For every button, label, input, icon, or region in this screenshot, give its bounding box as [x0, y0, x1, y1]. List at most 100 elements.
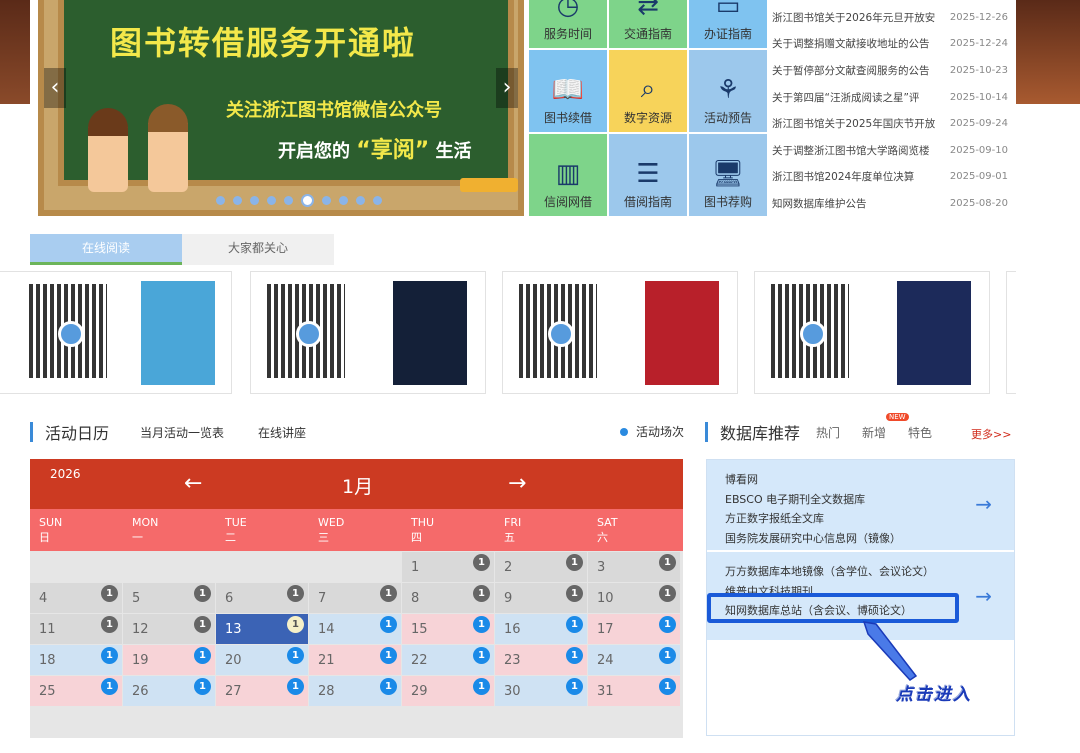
calendar-day[interactable]: 11: [402, 552, 494, 582]
book-carousel: [0, 271, 1016, 395]
news-title-link[interactable]: 关于调整浙江图书馆大学路阅览楼: [772, 143, 944, 158]
prev-month-arrow-icon[interactable]: ←: [184, 471, 202, 496]
banner-dot[interactable]: [284, 196, 293, 205]
calendar-day[interactable]: 16 1: [495, 614, 587, 644]
calendar-day[interactable]: 19 1: [123, 645, 215, 675]
calendar-day[interactable]: 12 1: [123, 614, 215, 644]
banner-dot[interactable]: [373, 196, 382, 205]
banner-dot[interactable]: [301, 194, 314, 207]
calendar-day[interactable]: 91: [495, 583, 587, 613]
banner-dot[interactable]: [339, 196, 348, 205]
calendar-day[interactable]: 11 1: [30, 614, 122, 644]
tile-search[interactable]: ⌕ 数字资源: [609, 50, 687, 132]
banner-dot[interactable]: [356, 196, 365, 205]
book-cover[interactable]: [645, 281, 719, 385]
tab-featured[interactable]: 特色: [908, 424, 932, 441]
day-number: 28: [318, 684, 335, 699]
tile-computer[interactable]: 🖥 图书荐购: [689, 134, 767, 216]
weekday-header: THU 四: [402, 509, 495, 551]
db-link-drcnet[interactable]: 国务院发展研究中心信息网（镜像）: [725, 529, 1014, 549]
news-title-link[interactable]: 关于调整捐赠文献接收地址的公告: [772, 36, 944, 51]
activity-count-badge: 1: [473, 678, 490, 695]
calendar-day[interactable]: 51: [123, 583, 215, 613]
calendar-day[interactable]: 27 1: [216, 676, 308, 706]
database-title: 数据库推荐: [720, 424, 801, 443]
online-lectures-link[interactable]: 在线讲座: [258, 424, 306, 441]
book-card[interactable]: [502, 271, 738, 394]
calendar-day[interactable]: 31 1: [588, 676, 680, 706]
weekday-en: TUE: [225, 516, 247, 529]
calendar-day[interactable]: 28 1: [309, 676, 401, 706]
calendar-day-today[interactable]: 13 1: [216, 614, 308, 644]
calendar-day[interactable]: 81: [402, 583, 494, 613]
day-number: 20: [225, 653, 242, 668]
db-link-wanfang[interactable]: 万方数据库本地镜像（含学位、会议论文）: [725, 562, 1014, 582]
arrow-right-icon[interactable]: →: [975, 584, 992, 608]
book-cover[interactable]: [897, 281, 971, 385]
calendar-day[interactable]: 21: [495, 552, 587, 582]
news-title-link[interactable]: 浙江图书馆2024年度单位决算: [772, 169, 944, 184]
tile-card[interactable]: ▭ 办证指南: [689, 0, 767, 48]
calendar-day[interactable]: 41: [30, 583, 122, 613]
monthly-activities-link[interactable]: 当月活动一览表: [140, 424, 224, 441]
news-title-link[interactable]: 浙江图书馆关于2025年国庆节开放: [772, 116, 944, 131]
promo-banner[interactable]: 图书转借服务开通啦 关注浙江图书馆微信公众号 开启您的 “享阅” 生活 ‹ ›: [38, 0, 524, 216]
news-title-link[interactable]: 浙江图书馆关于2026年元旦开放安: [772, 10, 944, 25]
tile-people[interactable]: ⚘ 活动预告: [689, 50, 767, 132]
calendar-day[interactable]: 71: [309, 583, 401, 613]
tile-library[interactable]: ▥ 信阅网借: [529, 134, 607, 216]
db-link-ebsco[interactable]: EBSCO 电子期刊全文数据库: [725, 490, 1014, 510]
calendar-day[interactable]: 14 1: [309, 614, 401, 644]
banner-next-arrow-icon[interactable]: ›: [496, 68, 518, 108]
tab-online-reading[interactable]: 在线阅读: [30, 234, 182, 265]
tile-book[interactable]: 📖 图书续借: [529, 50, 607, 132]
day-number: 29: [411, 684, 428, 699]
next-month-arrow-icon[interactable]: →: [508, 471, 526, 496]
news-title-link[interactable]: 关于第四届“汪浙成阅读之星”评: [772, 90, 944, 105]
calendar-day[interactable]: 23 1: [495, 645, 587, 675]
activity-title: 活动日历: [45, 424, 110, 443]
news-title-link[interactable]: 知网数据库维护公告: [772, 196, 944, 211]
arrow-right-icon[interactable]: →: [975, 492, 992, 516]
calendar-day[interactable]: 18 1: [30, 645, 122, 675]
calendar-day[interactable]: 10 1: [588, 583, 680, 613]
calendar-day[interactable]: 24 1: [588, 645, 680, 675]
book-cover[interactable]: [141, 281, 215, 385]
news-item: 关于暂停部分文献查阅服务的公告 2025-10-23: [766, 57, 1016, 84]
db-link-bookan[interactable]: 博看网: [725, 470, 1014, 490]
tab-popular[interactable]: 热门: [816, 424, 840, 441]
calendar-day[interactable]: 15 1: [402, 614, 494, 644]
book-cover[interactable]: [393, 281, 467, 385]
book-card[interactable]: [0, 271, 232, 394]
banner-dot[interactable]: [267, 196, 276, 205]
book-card[interactable]: [250, 271, 486, 394]
banner-dot[interactable]: [216, 196, 225, 205]
calendar-day[interactable]: 20 1: [216, 645, 308, 675]
db-link-founder[interactable]: 方正数字报纸全文库: [725, 509, 1014, 529]
calendar-day[interactable]: 31: [588, 552, 680, 582]
book-card[interactable]: [754, 271, 990, 394]
calendar-day[interactable]: 17 1: [588, 614, 680, 644]
news-title-link[interactable]: 关于暂停部分文献查阅服务的公告: [772, 63, 944, 78]
tile-clock[interactable]: ◷ 服务时间: [529, 0, 607, 48]
tab-everyone-cares[interactable]: 大家都关心: [182, 234, 334, 265]
calendar-day[interactable]: 22 1: [402, 645, 494, 675]
book-card[interactable]: [1006, 271, 1016, 394]
banner-dot[interactable]: [250, 196, 259, 205]
banner-prev-arrow-icon[interactable]: ‹: [44, 68, 66, 108]
calendar-day[interactable]: 29 1: [402, 676, 494, 706]
news-date: 2025-12-24: [949, 38, 1008, 50]
activity-count-badge: 1: [566, 678, 583, 695]
tile-traffic[interactable]: ⇄ 交通指南: [609, 0, 687, 48]
calendar-day[interactable]: 61: [216, 583, 308, 613]
more-link[interactable]: 更多>>: [971, 426, 1011, 442]
banner-dot[interactable]: [233, 196, 242, 205]
activity-count-badge: 1: [566, 585, 583, 602]
calendar-day[interactable]: 25 1: [30, 676, 122, 706]
calendar-day[interactable]: 21 1: [309, 645, 401, 675]
calendar-day[interactable]: 30 1: [495, 676, 587, 706]
tile-guide[interactable]: ☰ 借阅指南: [609, 134, 687, 216]
tab-new[interactable]: 新增: [862, 424, 886, 441]
calendar-day[interactable]: 26 1: [123, 676, 215, 706]
banner-dot[interactable]: [322, 196, 331, 205]
